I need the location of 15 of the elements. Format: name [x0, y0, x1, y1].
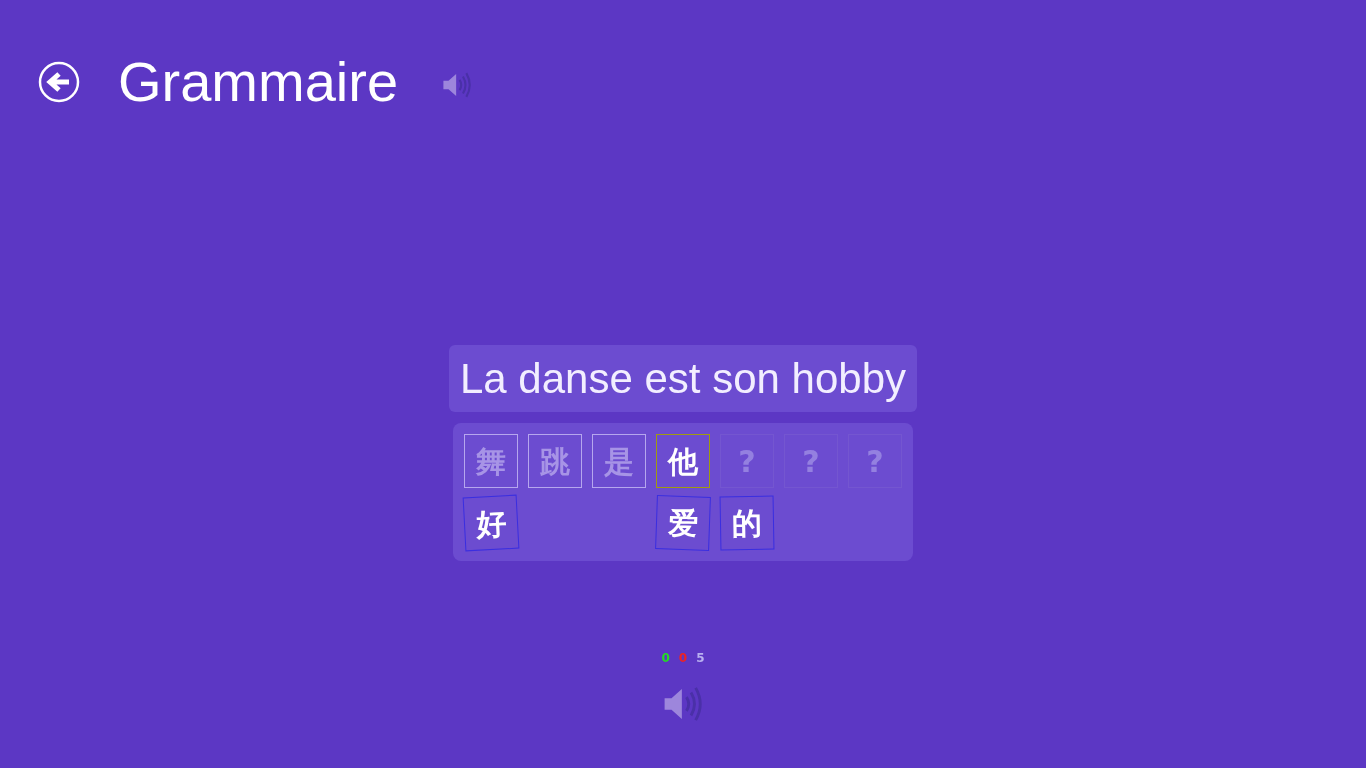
score-counter: 0	[678, 650, 688, 667]
answer-slot[interactable]: ?	[720, 434, 774, 488]
character-tile[interactable]: 爱	[655, 495, 711, 551]
answer-slot[interactable]: 舞	[464, 434, 518, 488]
sentence: La danse est son hobby	[449, 345, 917, 412]
answer-slot[interactable]: 他	[656, 434, 710, 488]
answer-slot[interactable]: ?	[784, 434, 838, 488]
answer-slot[interactable]: ?	[848, 434, 902, 488]
score-counter: 0	[661, 650, 670, 667]
score-counter: 5	[696, 650, 705, 667]
answer-slot[interactable]: 是	[592, 434, 646, 488]
character-tile[interactable]: 的	[719, 495, 775, 551]
back-icon[interactable]	[38, 61, 80, 103]
answer-slot[interactable]: 跳	[528, 434, 582, 488]
page-title: Grammaire	[118, 49, 399, 115]
